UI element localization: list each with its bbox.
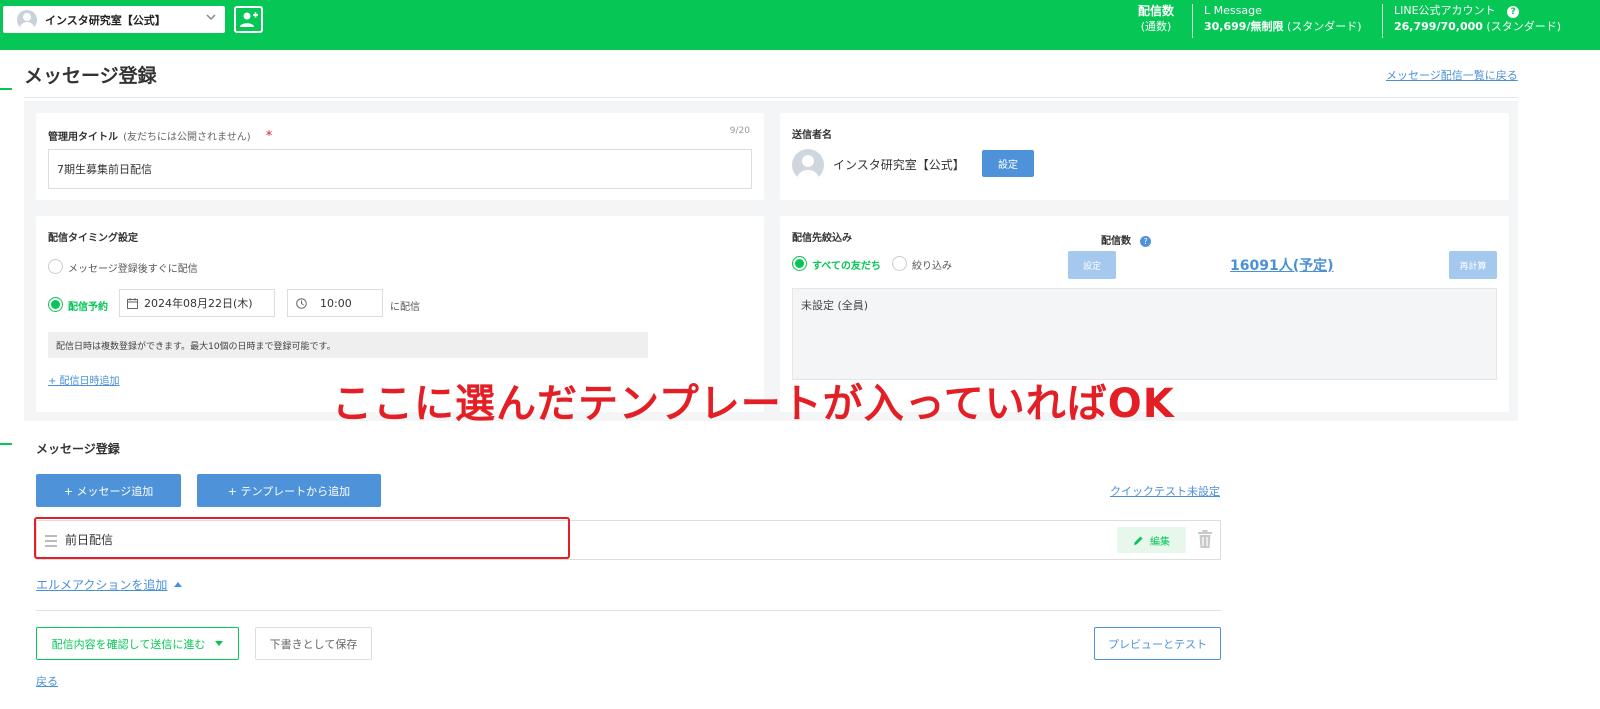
confirm-and-send-button[interactable]: 配信内容を確認して送信に進む bbox=[36, 627, 239, 660]
date-input[interactable]: 2024年08月22日(木) bbox=[119, 289, 275, 317]
edit-label: 編集 bbox=[1150, 536, 1170, 548]
account-avatar-icon bbox=[17, 9, 37, 30]
edit-button[interactable]: 編集 bbox=[1117, 527, 1186, 553]
annotation-text: ここに選んだテンプレートが入っていればOK bbox=[332, 381, 1175, 427]
delivery-count-sub: (通数) bbox=[1140, 20, 1172, 33]
delivery-count-value[interactable]: 16091人(予定) bbox=[1230, 255, 1334, 275]
delivery-count-label: 配信数 bbox=[1138, 4, 1175, 18]
delivery-count-stat: 配信数 (通数) bbox=[1138, 3, 1174, 35]
timing-label: 配信タイミング設定 bbox=[48, 233, 138, 244]
back-link[interactable]: 戻る bbox=[36, 673, 58, 689]
add-user-button[interactable] bbox=[234, 6, 263, 33]
time-suffix: に配信 bbox=[390, 302, 420, 313]
lmessage-value: 30,699/無制限 bbox=[1204, 20, 1284, 33]
caret-down-icon bbox=[215, 641, 224, 646]
lmessage-label: L Message bbox=[1204, 4, 1262, 17]
add-action-row[interactable]: エルメアクションを追加 bbox=[36, 576, 183, 593]
account-selector[interactable]: インスタ研究室【公式】 bbox=[3, 6, 225, 33]
save-draft-button[interactable]: 下書きとして保存 bbox=[255, 627, 372, 660]
pencil-icon bbox=[1134, 536, 1143, 545]
sender-avatar bbox=[792, 149, 824, 181]
section-accent bbox=[0, 443, 12, 445]
recalculate-button[interactable]: 再計算 bbox=[1449, 251, 1497, 279]
immediate-option-label: メッセージ登録後すぐに配信 bbox=[68, 264, 198, 275]
line-account-value: 26,799/70,000 bbox=[1394, 20, 1483, 33]
timing-hint: 配信日時は複数登録ができます。最大10個の日時まで登録可能です。 bbox=[48, 332, 648, 358]
date-value: 2024年08月22日(木) bbox=[144, 297, 253, 310]
delivery-count-row: 配信数 ? bbox=[1101, 229, 1152, 248]
filter-summary-box: 未設定 (全員) bbox=[792, 288, 1497, 380]
confirm-label: 配信内容を確認して送信に進む bbox=[51, 637, 206, 651]
stat-divider bbox=[1382, 4, 1383, 38]
radio-immediate[interactable] bbox=[48, 259, 63, 274]
add-action-link[interactable]: エルメアクションを追加 bbox=[36, 578, 167, 592]
top-bar: インスタ研究室【公式】 配信数 (通数) L Message 30,699/無制… bbox=[0, 0, 1600, 50]
admin-title-note: (友だちには公開されません) bbox=[123, 132, 251, 143]
count-label: 配信数 bbox=[1101, 236, 1131, 247]
highlight-box bbox=[34, 517, 570, 559]
admin-title-card: 管理用タイトル (友だちには公開されません) * 9/20 7期生募集前日配信 bbox=[36, 113, 764, 200]
line-account-label: LINE公式アカウント bbox=[1394, 4, 1496, 17]
help-icon[interactable]: ? bbox=[1507, 6, 1520, 18]
admin-title-label-row: 管理用タイトル (友だちには公開されません) * bbox=[48, 125, 272, 144]
radio-reserved[interactable] bbox=[48, 297, 63, 312]
lmessage-plan: (スタンダード) bbox=[1286, 20, 1362, 33]
radio-all-friends[interactable] bbox=[792, 256, 807, 271]
add-message-button[interactable]: + メッセージ追加 bbox=[36, 474, 181, 507]
lmessage-stat: L Message 30,699/無制限 (スタンダード) bbox=[1204, 3, 1362, 35]
user-avatar-icon bbox=[797, 155, 819, 181]
target-set-button[interactable]: 設定 bbox=[1068, 251, 1116, 279]
char-counter: 9/20 bbox=[729, 126, 750, 136]
sender-card: 送信者名 インスタ研究室【公式】 設定 bbox=[780, 113, 1509, 200]
radio-filter[interactable] bbox=[892, 256, 907, 271]
caret-up-icon bbox=[174, 582, 183, 587]
add-delivery-date-link[interactable]: + 配信日時追加 bbox=[48, 372, 120, 387]
stat-divider bbox=[1192, 4, 1193, 38]
filter-option-label: 絞り込み bbox=[912, 261, 952, 272]
time-value: 10:00 bbox=[320, 296, 352, 310]
target-label: 配信先絞込み bbox=[792, 233, 852, 244]
divider bbox=[36, 610, 1221, 611]
messages-section-title: メッセージ登録 bbox=[36, 442, 120, 456]
sender-label: 送信者名 bbox=[792, 130, 832, 141]
admin-title-input[interactable]: 7期生募集前日配信 bbox=[48, 149, 752, 189]
time-input[interactable]: 10:00 bbox=[287, 289, 383, 317]
trash-icon[interactable] bbox=[1197, 529, 1213, 549]
quick-test-link[interactable]: クイックテスト未設定 bbox=[1110, 483, 1220, 499]
line-account-plan: (スタンダード) bbox=[1486, 20, 1562, 33]
admin-title-label: 管理用タイトル bbox=[48, 132, 118, 143]
required-mark: * bbox=[265, 129, 273, 144]
page-title: メッセージ登録 bbox=[24, 65, 157, 87]
chevron-down-icon bbox=[205, 11, 217, 26]
account-name: インスタ研究室【公式】 bbox=[45, 13, 166, 27]
help-icon[interactable]: ? bbox=[1140, 236, 1152, 247]
back-to-list-link[interactable]: メッセージ配信一覧に戻る bbox=[1386, 67, 1518, 83]
section-accent bbox=[0, 88, 12, 90]
add-user-icon bbox=[239, 11, 258, 27]
clock-icon bbox=[296, 298, 307, 309]
sender-name: インスタ研究室【公式】 bbox=[833, 158, 965, 172]
calendar-icon bbox=[127, 298, 138, 309]
preview-and-test-button[interactable]: プレビューとテスト bbox=[1094, 627, 1221, 660]
sender-set-button[interactable]: 設定 bbox=[982, 150, 1034, 177]
line-account-stat: LINE公式アカウント ? 26,799/70,000 (スタンダード) bbox=[1394, 3, 1561, 35]
divider bbox=[24, 97, 1518, 98]
reserved-option-label: 配信予約 bbox=[68, 302, 108, 313]
add-from-template-button[interactable]: + テンプレートから追加 bbox=[197, 474, 381, 507]
all-friends-label: すべての友だち bbox=[812, 261, 881, 272]
